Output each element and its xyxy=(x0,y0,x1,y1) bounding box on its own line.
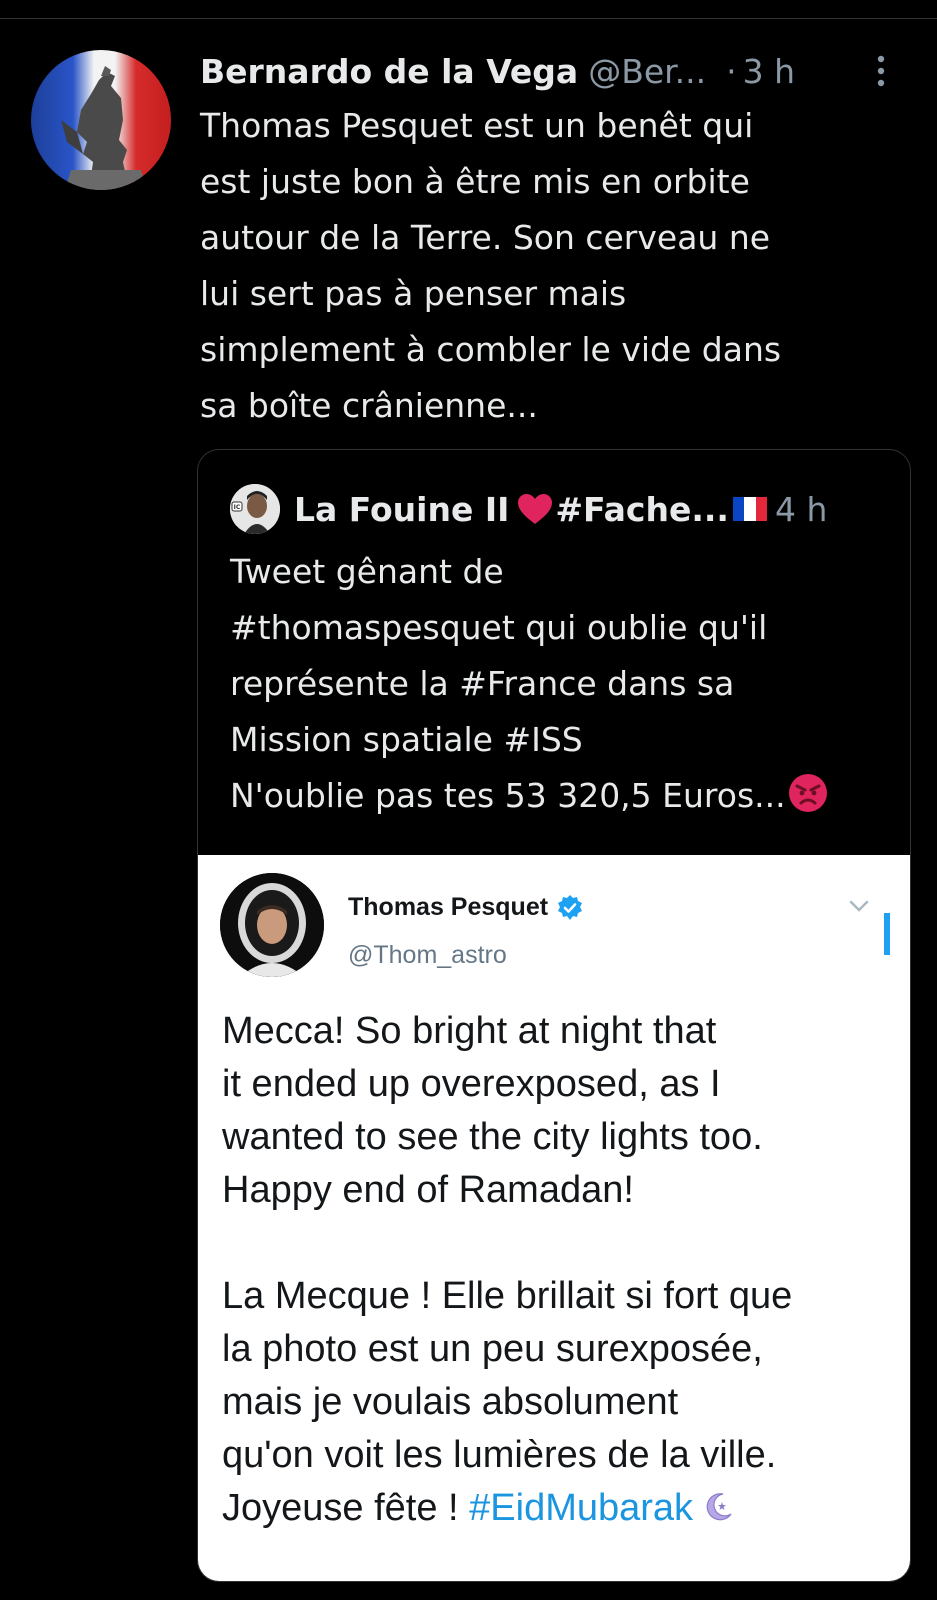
embedded-line: it ended up overexposed, as I xyxy=(222,1063,721,1105)
header-separator: · xyxy=(726,51,737,91)
embedded-line-text: Joyeuse fête ! xyxy=(222,1487,470,1529)
quoted-line: #thomaspesquet qui oublie qu'il xyxy=(230,608,768,647)
author-handle[interactable]: @Ber... xyxy=(588,52,706,91)
embedded-author-name-row: Thomas Pesquet xyxy=(348,893,584,922)
embedded-line: La Mecque ! Elle brillait si fort que xyxy=(222,1275,793,1317)
embedded-line: la photo est un peu surexposée, xyxy=(222,1328,763,1370)
embedded-author-handle: @Thom_astro xyxy=(348,941,507,969)
hashtag-link: #EidMubarak xyxy=(469,1487,694,1529)
embedded-line xyxy=(222,1217,902,1270)
person-portrait-image: IC xyxy=(230,484,280,534)
embedded-line: Mecca! So bright at night that xyxy=(222,1010,717,1052)
tweet-line: sa boîte crânienne... xyxy=(200,386,538,425)
tweet-timestamp[interactable]: 3 h xyxy=(743,52,795,91)
quoted-timestamp[interactable]: 4 h xyxy=(775,490,827,529)
angry-face-icon xyxy=(788,774,827,812)
tweet-line: autour de la Terre. Son cerveau ne xyxy=(200,218,771,257)
author-avatar[interactable] xyxy=(31,50,171,190)
embedded-author-name: Thomas Pesquet xyxy=(348,893,549,921)
tweet-body: Thomas Pesquet est un benêt qui est just… xyxy=(200,98,890,434)
tweet-line: simplement à combler le vide dans xyxy=(200,330,782,369)
quoted-tweet-header: La Fouine II #Fache... 4 h xyxy=(294,482,827,536)
rooster-statue-image xyxy=(61,66,147,190)
quoted-tweet-card[interactable]: IC La Fouine II #Fache... 4 h Tweet gêna… xyxy=(197,449,911,1582)
top-divider xyxy=(0,18,937,19)
tweet-line: lui sert pas à penser mais xyxy=(200,274,627,313)
author-name[interactable]: Bernardo de la Vega xyxy=(200,52,578,91)
embedded-tweet-image[interactable]: Thomas Pesquet @Thom_astro Mecca! So bri… xyxy=(198,855,910,1581)
verified-badge-icon xyxy=(558,894,583,920)
france-flag-icon xyxy=(732,497,767,521)
red-heart-icon xyxy=(518,494,553,524)
quoted-line: Mission spatiale #ISS xyxy=(230,720,583,759)
more-vertical-icon[interactable] xyxy=(875,54,887,88)
embedded-tweet-body: Mecca! So bright at night that it ended … xyxy=(222,1005,902,1535)
embedded-line: mais je voulais absolument xyxy=(222,1381,679,1423)
astronaut-portrait-image xyxy=(220,873,324,977)
quoted-line: représente la #France dans sa xyxy=(230,664,735,703)
quoted-author-name-suffix[interactable]: #Fache... xyxy=(555,490,729,529)
quoted-author-avatar[interactable]: IC xyxy=(230,484,280,534)
crescent-moon-icon xyxy=(706,1493,732,1521)
scroll-indicator xyxy=(884,913,890,955)
quoted-author-name[interactable]: La Fouine II xyxy=(294,490,509,529)
quoted-line-last: N'oublie pas tes 53 320,5 Euros... xyxy=(230,768,910,824)
embedded-author-avatar xyxy=(220,873,324,977)
embedded-line: Happy end of Ramadan! xyxy=(222,1169,634,1211)
tweet-header: Bernardo de la Vega @Ber... · 3 h xyxy=(200,46,900,96)
tweet-line: est juste bon à être mis en orbite xyxy=(200,162,750,201)
chevron-down-icon xyxy=(849,900,869,912)
svg-text:IC: IC xyxy=(234,504,241,511)
embedded-line: qu'on voit les lumières de la ville. xyxy=(222,1434,777,1476)
quoted-line: N'oublie pas tes 53 320,5 Euros... xyxy=(230,776,786,815)
embedded-line: wanted to see the city lights too. xyxy=(222,1116,763,1158)
quoted-tweet-body: Tweet gênant de #thomaspesquet qui oubli… xyxy=(230,544,910,824)
tweet-line: Thomas Pesquet est un benêt qui xyxy=(200,106,754,145)
quoted-line: Tweet gênant de xyxy=(230,552,504,591)
embedded-last-line: Joyeuse fête ! #EidMubarak xyxy=(222,1482,902,1535)
